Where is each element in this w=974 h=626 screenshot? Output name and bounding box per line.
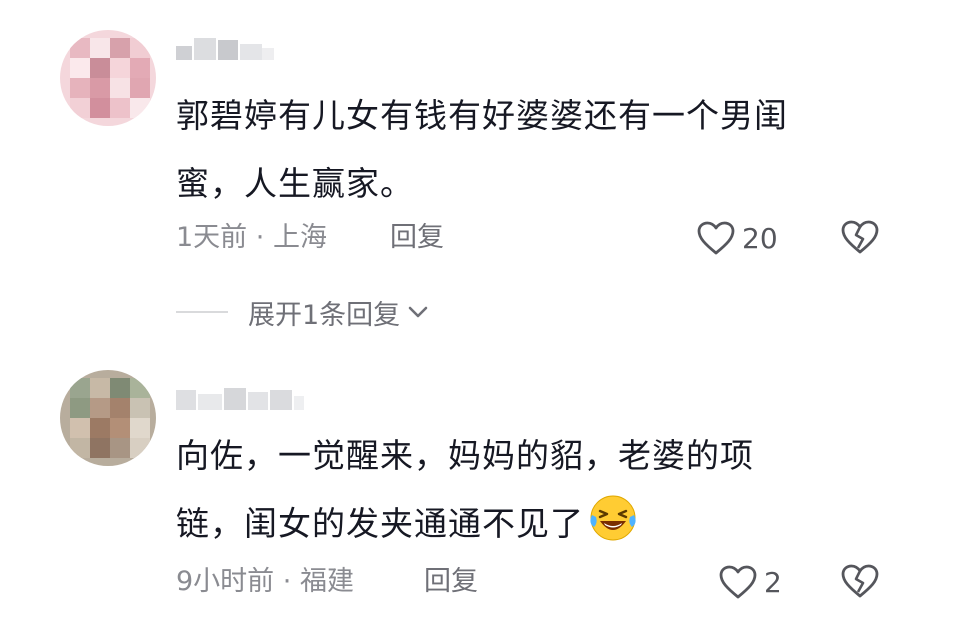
reply-button[interactable]: 回复 — [390, 218, 444, 258]
expand-replies: 展开1条回复 — [176, 292, 430, 332]
meta-separator: · — [282, 566, 292, 597]
heart-outline-icon — [697, 221, 735, 255]
chevron-down-icon — [408, 306, 428, 318]
grinning-squinting-tears-emoji-icon — [590, 495, 636, 541]
comment-text-line: 链，闺女的发夹通通不见了 — [176, 490, 876, 558]
expand-divider-line — [176, 311, 228, 313]
comment-text: 郭碧婷有儿女有钱有好婆婆还有一个男闺 蜜，人生赢家。 — [176, 82, 876, 218]
reply-button[interactable]: 回复 — [424, 562, 478, 602]
avatar[interactable] — [60, 370, 156, 466]
comment-location: 上海 — [272, 222, 327, 253]
comment-meta: 1天前 · 上海 — [176, 218, 327, 258]
like-count: 2 — [764, 565, 782, 599]
comment-time: 9小时前 — [176, 566, 275, 597]
comment-text-line: 蜜，人生赢家。 — [176, 164, 414, 203]
broken-heart-icon — [841, 564, 879, 598]
comment-text-line: 向佐，一觉醒来，妈妈的貂，老婆的项 — [176, 436, 754, 475]
like-count: 20 — [742, 221, 778, 255]
broken-heart-icon — [841, 220, 879, 254]
comment-text: 向佐，一觉醒来，妈妈的貂，老婆的项 链，闺女的发夹通通不见了 — [176, 422, 876, 558]
comment-text-line: 郭碧婷有儿女有钱有好婆婆还有一个男闺 — [176, 96, 788, 135]
heart-outline-icon — [719, 565, 757, 599]
like-button[interactable]: 2 — [718, 562, 782, 602]
like-button[interactable]: 20 — [696, 218, 778, 258]
comment-location: 福建 — [299, 566, 354, 597]
comment-time: 1天前 — [176, 222, 248, 253]
username-blurred[interactable] — [176, 384, 306, 414]
comment-meta: 9小时前 · 福建 — [176, 562, 354, 602]
expand-replies-label: 展开1条回复 — [248, 299, 401, 331]
expand-replies-button[interactable]: 展开1条回复 — [248, 293, 430, 332]
dislike-button[interactable] — [840, 562, 880, 602]
meta-separator: · — [255, 222, 265, 253]
dislike-button[interactable] — [840, 218, 880, 258]
comment-text-fragment: 链，闺女的发夹通通不见了 — [176, 504, 584, 543]
username-blurred[interactable] — [176, 34, 276, 64]
avatar[interactable] — [60, 30, 156, 126]
